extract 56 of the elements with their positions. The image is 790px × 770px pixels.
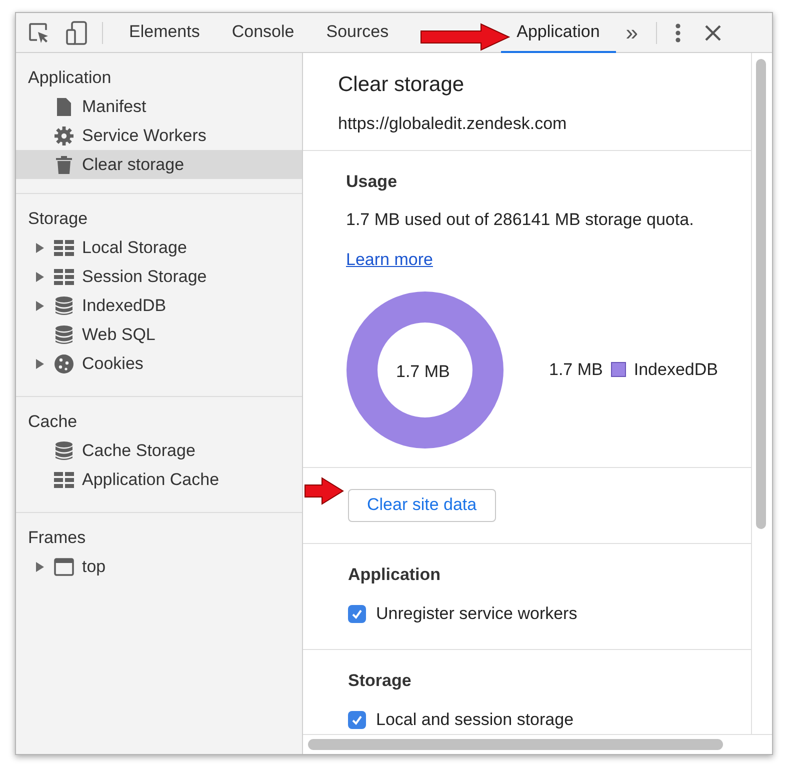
section-title: Cache: [28, 411, 78, 433]
tab[interactable]: Elements: [113, 12, 216, 52]
device-icon[interactable]: [66, 20, 88, 44]
table-icon: [54, 240, 74, 256]
sidebar-item[interactable]: Service Workers: [16, 121, 302, 150]
sidebar-item[interactable]: Cache Storage: [16, 436, 302, 465]
legend-value: 1.7 MB: [549, 358, 603, 381]
file-icon: [56, 96, 72, 116]
expand-arrow-icon[interactable]: [36, 272, 44, 282]
more-options-icon[interactable]: [675, 22, 682, 42]
tab[interactable]: Sources: [310, 12, 405, 52]
window-icon: [54, 558, 74, 576]
section-heading: Application: [348, 564, 441, 586]
sidebar-item[interactable]: Manifest: [16, 92, 302, 121]
section-heading: Usage: [346, 171, 398, 193]
expand-arrow-icon[interactable]: [36, 358, 44, 368]
database-icon: [55, 324, 73, 344]
database-icon: [55, 296, 73, 316]
section-title: Application: [28, 67, 112, 89]
legend-label: IndexedDB: [634, 358, 718, 381]
cookie-icon: [54, 354, 74, 374]
expand-arrow-icon[interactable]: [36, 242, 44, 252]
trash-icon: [55, 154, 73, 174]
expand-arrow-icon[interactable]: [36, 300, 44, 310]
checkbox[interactable]: [348, 710, 366, 729]
checkbox[interactable]: [348, 604, 366, 623]
sidebar-item[interactable]: Clear storage: [16, 150, 302, 179]
expand-arrow-icon[interactable]: [36, 562, 44, 572]
learn-more-link[interactable]: Learn more: [346, 247, 433, 272]
arrow-icon: [304, 477, 344, 505]
tab[interactable]: Console: [216, 12, 310, 52]
checkbox-label: Unregister service workers: [376, 603, 578, 625]
checkbox-label: Local and session storage: [376, 709, 574, 731]
usage-text: 1.7 MB used out of 286141 MB storage quota.: [346, 208, 694, 230]
sidebar-item[interactable]: Web SQL: [16, 320, 302, 349]
sidebar-item[interactable]: Local Storage: [16, 233, 302, 262]
gear-icon: [54, 126, 74, 146]
sidebar-item[interactable]: Session Storage: [16, 262, 302, 291]
section-title: Frames: [28, 527, 86, 549]
table-icon: [54, 472, 74, 488]
sidebar-item[interactable]: IndexedDB: [16, 291, 302, 320]
clear-site-data-button[interactable]: Clear site data: [348, 488, 496, 522]
sidebar-item[interactable]: top: [16, 552, 302, 581]
chart-center-label: 1.7 MB: [396, 360, 450, 382]
section-heading: Storage: [348, 670, 412, 692]
close-icon[interactable]: [705, 24, 722, 40]
arrow-icon: [419, 23, 511, 51]
database-icon: [55, 440, 73, 460]
section-title: Storage: [28, 208, 88, 230]
more-tabs-button[interactable]: »: [616, 22, 648, 44]
site-url: https://globaledit.zendesk.com: [338, 112, 567, 134]
sidebar-item[interactable]: Cookies: [16, 349, 302, 378]
sidebar-item[interactable]: Application Cache: [16, 465, 302, 494]
inspect-icon[interactable]: [28, 22, 50, 44]
table-icon: [54, 268, 74, 284]
panel-title: Clear storage: [338, 72, 464, 98]
